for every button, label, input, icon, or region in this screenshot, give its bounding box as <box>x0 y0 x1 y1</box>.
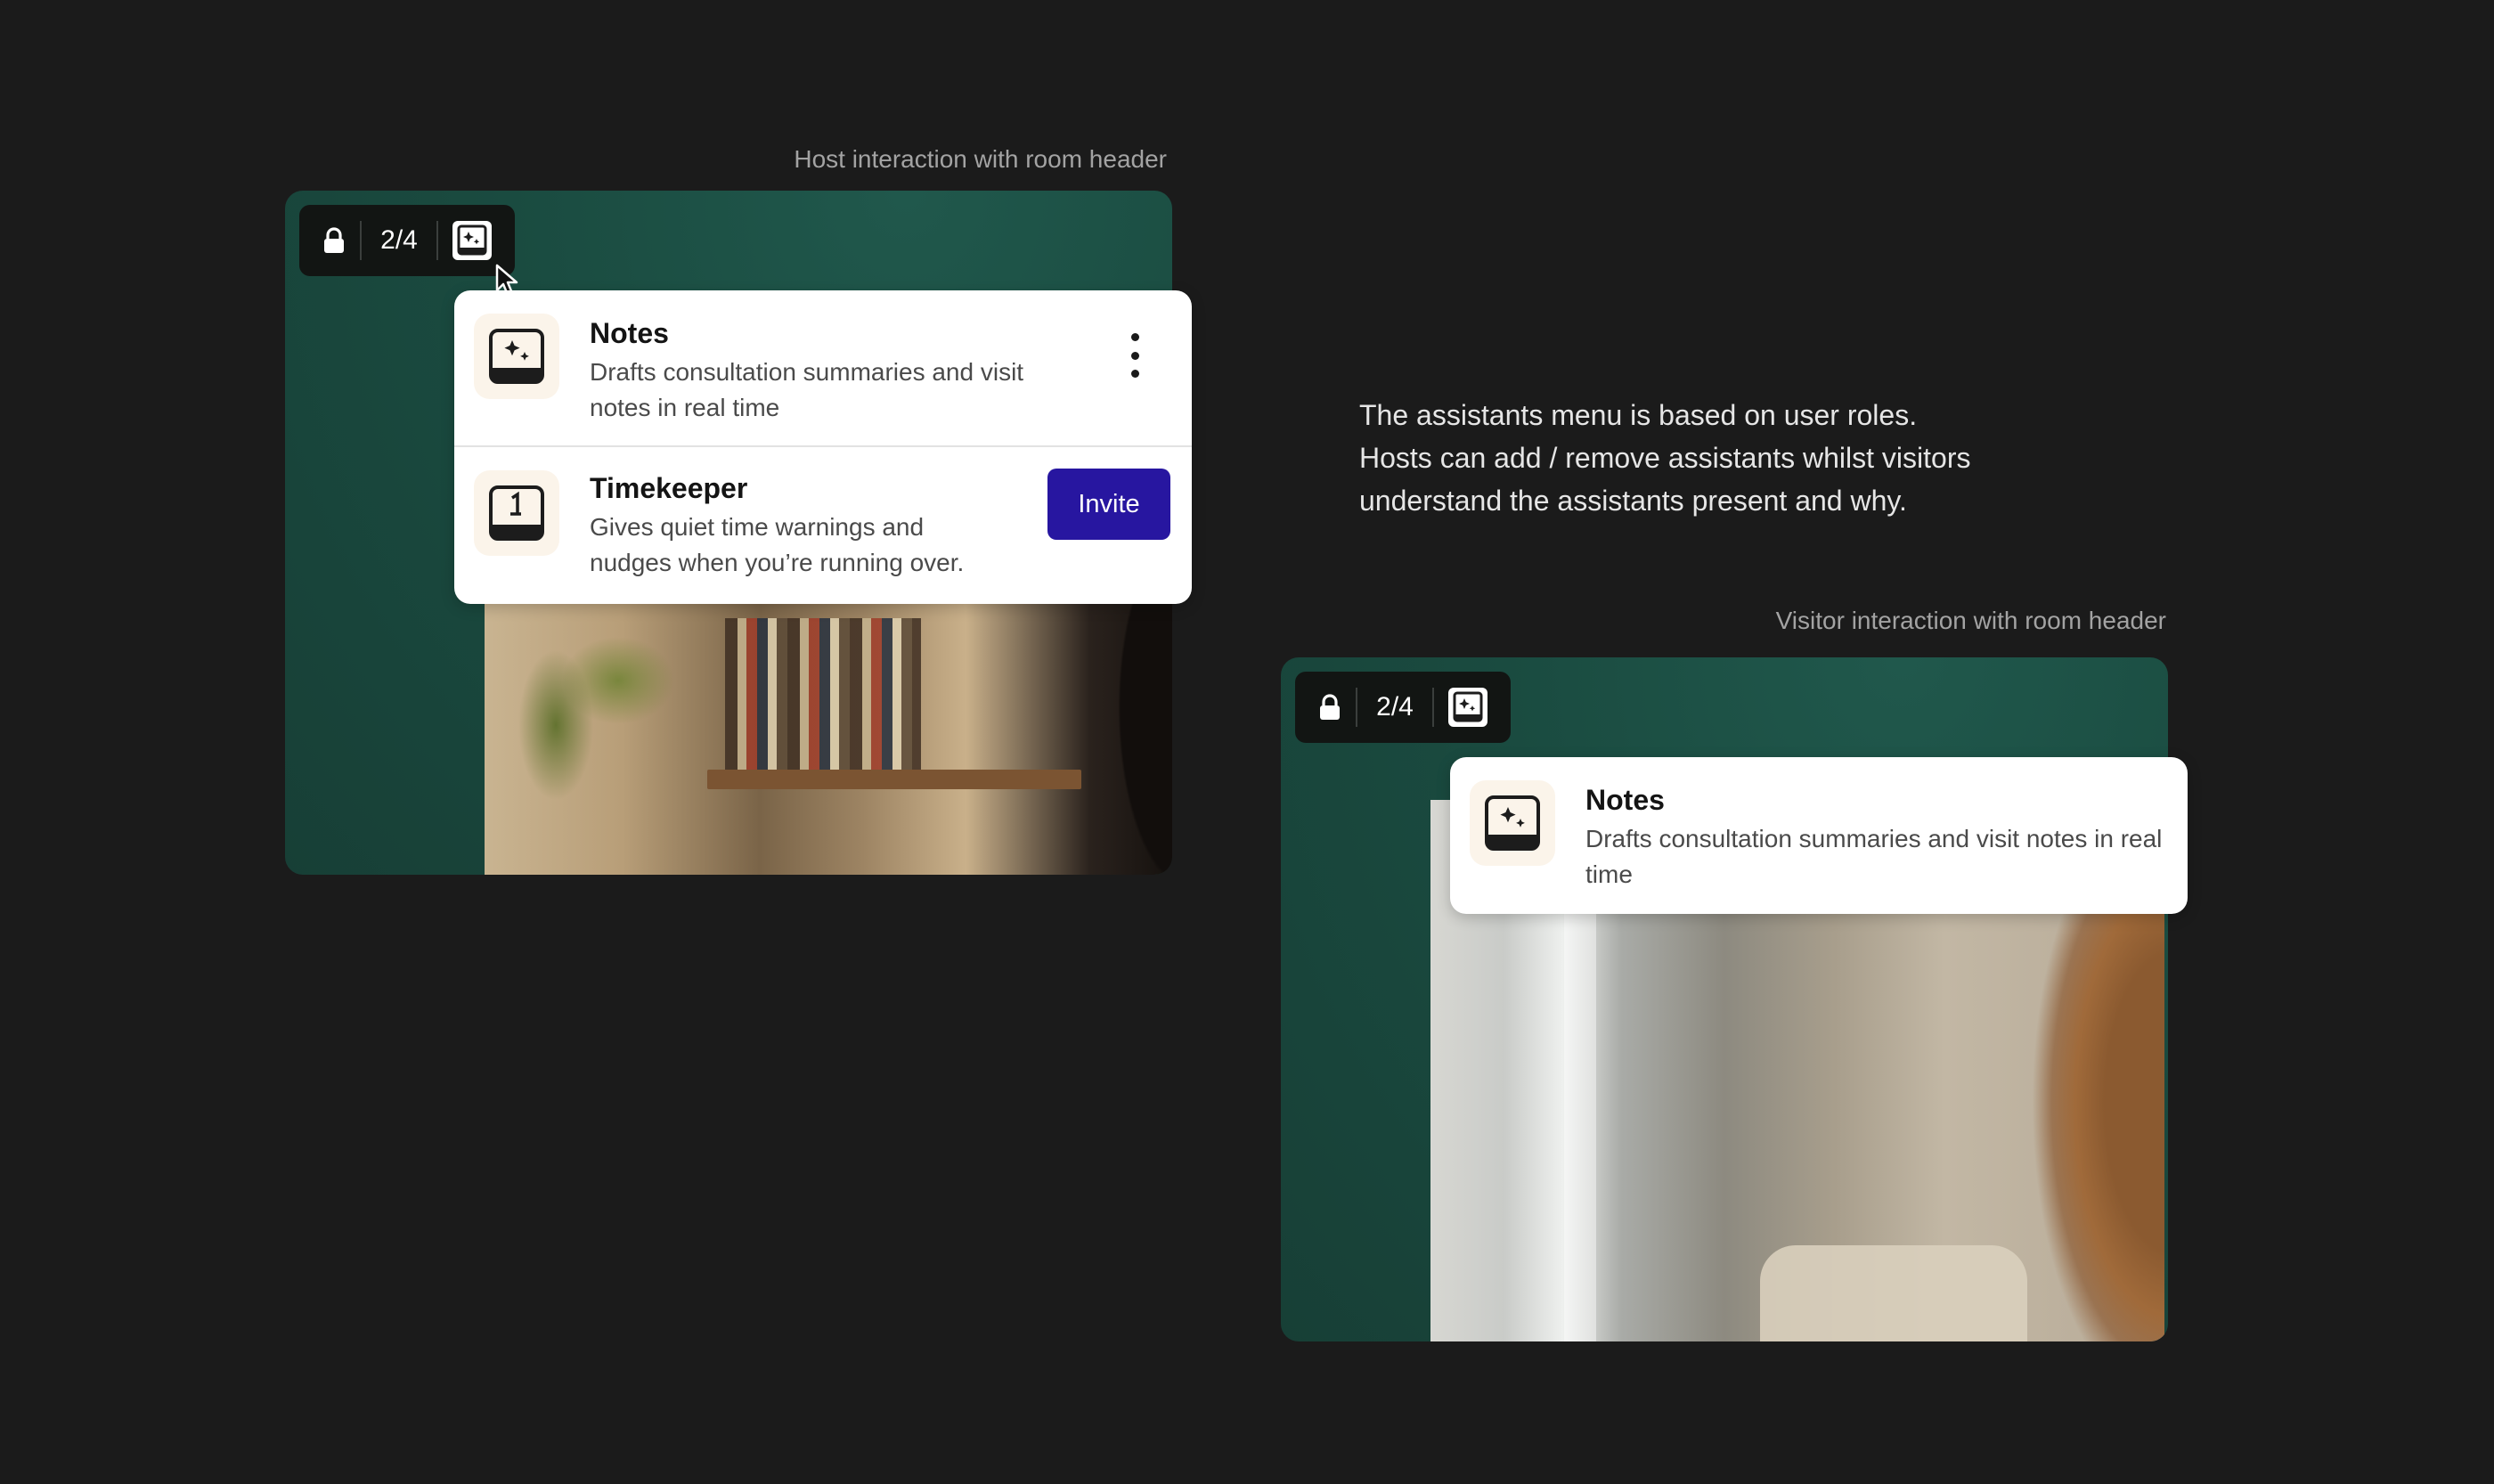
visitor-caption: Visitor interaction with room header <box>1775 607 2166 634</box>
host-assistants-menu: Notes Drafts consultation summaries and … <box>454 290 1192 604</box>
lock-icon[interactable] <box>1304 694 1356 721</box>
bookshelf <box>707 770 1081 789</box>
assistant-item-notes: Notes Drafts consultation summaries and … <box>1450 757 2188 914</box>
assistant-name: Notes <box>590 317 669 349</box>
description-line: Hosts can add / remove assistants whilst… <box>1359 442 1971 474</box>
host-room-header: 2/4 <box>299 205 515 276</box>
host-caption: Host interaction with room header <box>794 145 1167 173</box>
assistant-name: Timekeeper <box>590 472 748 504</box>
more-vertical-icon[interactable] <box>1117 333 1153 378</box>
assistant-description: Drafts consultation summaries and visit … <box>1585 825 2163 888</box>
bookshelf-books <box>725 618 921 770</box>
ai-assistant-icon[interactable] <box>438 219 506 262</box>
timekeeper-icon <box>474 470 559 556</box>
host-video-feed <box>485 600 1172 875</box>
description-line: understand the assistants present and wh… <box>1359 485 1907 517</box>
assistant-name: Notes <box>1585 784 1665 816</box>
role-description: The assistants menu is based on user rol… <box>1359 394 2161 522</box>
assistant-item-timekeeper: Timekeeper Gives quiet time warnings and… <box>454 445 1192 604</box>
participant-count: 2/4 <box>380 225 418 255</box>
participant-hair <box>1074 600 1172 875</box>
visitor-room-header: 2/4 <box>1295 672 1511 743</box>
assistant-description: Drafts consultation summaries and visit … <box>590 358 1024 421</box>
assistant-item-notes[interactable]: Notes Drafts consultation summaries and … <box>454 290 1192 445</box>
notes-sparkle-icon <box>474 314 559 399</box>
visitor-assistants-menu: Notes Drafts consultation summaries and … <box>1450 757 2188 914</box>
lock-icon[interactable] <box>308 227 360 254</box>
participant-count: 2/4 <box>1376 692 1414 722</box>
notes-sparkle-icon <box>1470 780 1555 866</box>
ai-assistant-icon[interactable] <box>1434 686 1502 729</box>
description-line: The assistants menu is based on user rol… <box>1359 399 1918 431</box>
invite-button[interactable]: Invite <box>1047 469 1170 540</box>
assistant-description: Gives quiet time warnings and nudges whe… <box>590 513 965 576</box>
